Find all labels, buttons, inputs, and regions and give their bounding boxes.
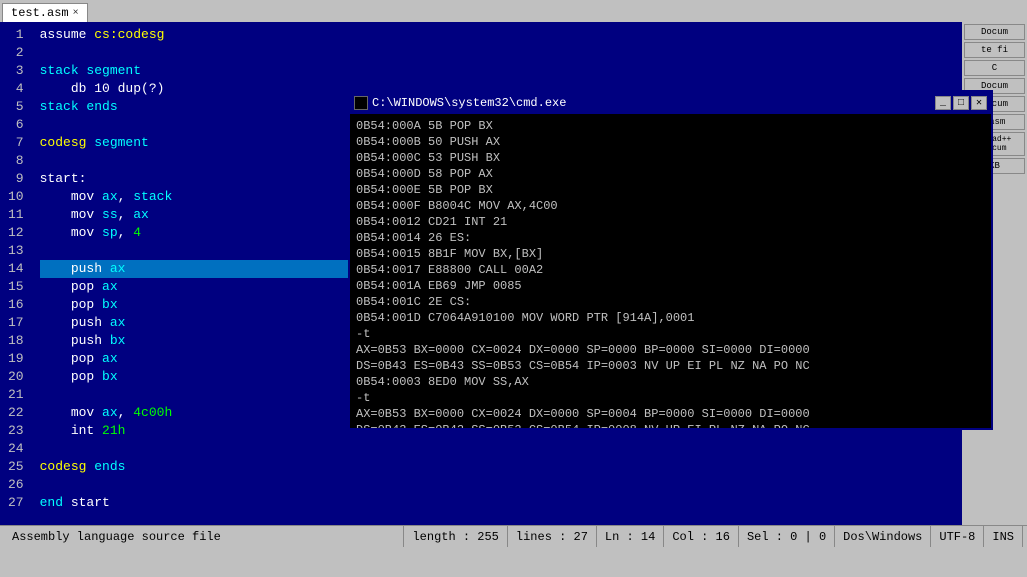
line-number: 3 [8,62,24,80]
line-number: 10 [8,188,24,206]
cmd-titlebar: C:\WINDOWS\system32\cmd.exe _ □ ✕ [350,92,991,114]
line-number: 18 [8,332,24,350]
code-line [40,44,1019,62]
status-encoding: UTF-8 [931,526,984,547]
cmd-line: 0B54:000E 5B POP BX [356,182,985,198]
cmd-title: C:\WINDOWS\system32\cmd.exe [372,96,566,110]
cmd-line: 0B54:001D C7064A910100 MOV WORD PTR [914… [356,310,985,326]
right-panel-item-0: Docum [964,24,1025,40]
tab-close-button[interactable]: × [73,8,79,19]
line-number: 12 [8,224,24,242]
line-number: 20 [8,368,24,386]
cmd-titlebar-left: C:\WINDOWS\system32\cmd.exe [354,96,566,110]
cmd-line: 0B54:000A 5B POP BX [356,118,985,134]
line-number: 11 [8,206,24,224]
cmd-line: AX=0B53 BX=0000 CX=0024 DX=0000 SP=0004 … [356,406,985,422]
status-bar: Assembly language source file length : 2… [0,525,1027,547]
cmd-line: 0B54:0003 8ED0 MOV SS,AX [356,374,985,390]
cmd-line: 0B54:001A EB69 JMP 0085 [356,278,985,294]
status-length: length : 255 [404,526,507,547]
status-lines: lines : 27 [508,526,597,547]
line-number: 1 [8,26,24,44]
line-number: 8 [8,152,24,170]
cmd-line: -t [356,390,985,406]
line-number: 17 [8,314,24,332]
line-number: 21 [8,386,24,404]
cmd-line: 0B54:000B 50 PUSH AX [356,134,985,150]
line-number: 5 [8,98,24,116]
line-number: 27 [8,494,24,512]
cmd-line: 0B54:001C 2E CS: [356,294,985,310]
cmd-line: -t [356,326,985,342]
cmd-close-button[interactable]: ✕ [971,96,987,110]
line-number: 16 [8,296,24,314]
code-line: assume cs:codesg [40,26,1019,44]
line-number: 13 [8,242,24,260]
code-line [40,476,1019,494]
line-number: 2 [8,44,24,62]
cmd-line: 0B54:0015 8B1F MOV BX,[BX] [356,246,985,262]
cmd-line: 0B54:0012 CD21 INT 21 [356,214,985,230]
line-number: 19 [8,350,24,368]
line-number: 25 [8,458,24,476]
tab-label: test.asm [11,6,69,20]
line-number: 24 [8,440,24,458]
line-number: 6 [8,116,24,134]
line-numbers: 1234567891011121314151617181920212223242… [0,22,32,547]
cmd-line: 0B54:000F B8004C MOV AX,4C00 [356,198,985,214]
line-number: 14 [8,260,24,278]
line-number: 7 [8,134,24,152]
right-panel-item-1: te fi [964,42,1025,58]
cmd-line: 0B54:000D 58 POP AX [356,166,985,182]
cmd-minimize-button[interactable]: _ [935,96,951,110]
status-dos-windows: Dos\Windows [835,526,931,547]
line-number: 22 [8,404,24,422]
cmd-line: 0B54:000C 53 PUSH BX [356,150,985,166]
code-line: codesg ends [40,458,1019,476]
status-sel: Sel : 0 | 0 [739,526,835,547]
line-number: 26 [8,476,24,494]
status-filetype: Assembly language source file [4,526,404,547]
line-number: 9 [8,170,24,188]
cmd-line: 0B54:0014 26 ES: [356,230,985,246]
status-ins: INS [984,526,1023,547]
status-col: Col : 16 [664,526,739,547]
cmd-content[interactable]: 0B54:000A 5B POP BX0B54:000B 50 PUSH AX0… [350,114,991,428]
editor-tab[interactable]: test.asm × [2,3,88,22]
cmd-line: 0B54:0017 E88800 CALL 00A2 [356,262,985,278]
line-number: 4 [8,80,24,98]
code-line: stack segment [40,62,1019,80]
cmd-controls: _ □ ✕ [935,96,987,110]
status-ln: Ln : 14 [597,526,664,547]
cmd-maximize-button[interactable]: □ [953,96,969,110]
cmd-window: C:\WINDOWS\system32\cmd.exe _ □ ✕ 0B54:0… [348,90,993,430]
right-panel-item-2: C [964,60,1025,76]
cmd-line: DS=0B43 ES=0B43 SS=0B53 CS=0B54 IP=0008 … [356,422,985,428]
cmd-line: AX=0B53 BX=0000 CX=0024 DX=0000 SP=0000 … [356,342,985,358]
cmd-app-icon [354,96,368,110]
line-number: 15 [8,278,24,296]
tab-bar: test.asm × [0,0,1027,22]
line-number: 23 [8,422,24,440]
editor-area: test.asm × 12345678910111213141516171819… [0,0,1027,547]
code-line [40,440,1019,458]
code-line: end start [40,494,1019,512]
cmd-line: DS=0B43 ES=0B43 SS=0B53 CS=0B54 IP=0003 … [356,358,985,374]
